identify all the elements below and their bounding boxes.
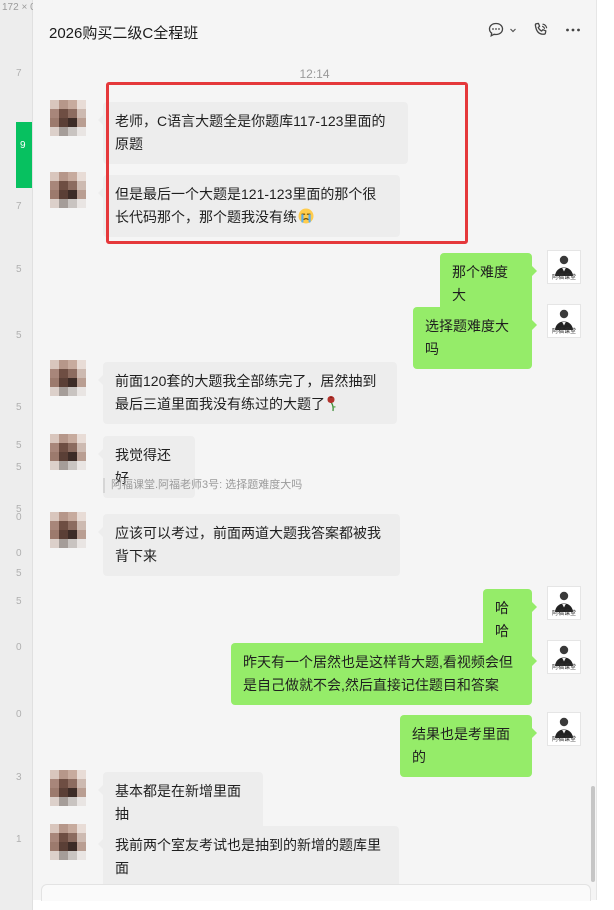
more-icon [566,28,580,32]
header-toolbar [487,21,582,39]
strip-digit: 3 [16,772,22,783]
message-bubble-incoming[interactable]: 应该可以考过，前面两道大题我答案都被我背下来 [98,514,400,576]
self-avatar[interactable]: 阿福课堂 [547,304,581,338]
contact-avatar[interactable] [50,100,86,136]
contact-avatar[interactable] [50,512,86,548]
avatar-logo-text: 阿福课堂 [551,329,576,335]
contact-avatar[interactable] [50,824,86,860]
app-sidebar-strip: 172 × 000 9 7 7 5 5 5 5 5 5 0 0 5 5 0 0 … [0,0,47,910]
contact-avatar[interactable] [50,360,86,396]
more-options-button[interactable] [564,21,582,39]
message-timestamp: 12:14 [299,67,330,81]
strip-digit: 5 [16,462,22,473]
strip-digit: 0 [16,709,22,720]
wilted-rose-icon [327,396,336,412]
strip-digit: 1 [16,834,22,845]
highlight-annotation [106,82,468,244]
message-bubble-incoming[interactable]: 基本都是在新增里面抽 [98,772,263,834]
message-bubble-outgoing[interactable]: 选择题难度大吗 [413,307,537,369]
chat-scrollbar[interactable] [591,786,595,882]
strip-digit: 0 [16,642,22,653]
chat-header: 2026购买二级C全程班 [33,0,596,58]
strip-digit: 5 [16,596,22,607]
chat-title: 2026购买二级C全程班 [49,25,199,42]
chat-bubble-dropdown[interactable] [487,21,518,39]
avatar-logo-text: 阿福课堂 [551,275,576,281]
strip-digit: 5 [16,568,22,579]
strip-digit: 0 [16,548,22,559]
voice-call-button[interactable] [532,21,550,39]
strip-digit: 5 [16,330,22,341]
self-avatar[interactable]: 阿福课堂 [547,250,581,284]
self-avatar[interactable]: 阿福课堂 [547,712,581,746]
strip-digit: 0 [16,512,22,523]
window-edge [597,0,614,910]
message-input-area[interactable] [41,884,591,901]
strip-digit: 7 [16,68,22,79]
avatar-logo-text: 阿福课堂 [551,611,576,617]
tab-digit: 9 [20,140,26,151]
strip-digit: 5 [16,264,22,275]
message-bubble-incoming[interactable]: 前面120套的大题我全部练完了，居然抽到最后三道里面我没有练过的大题了 [98,362,397,424]
contact-avatar[interactable] [50,434,86,470]
quoted-reply[interactable]: 阿福课堂.阿福老师3号: 选择题难度大吗 [103,478,302,493]
message-bubble-outgoing[interactable]: 结果也是考里面的 [400,715,537,777]
strip-digit: 7 [16,201,22,212]
message-bubble-outgoing[interactable]: 哈哈 [483,589,537,651]
message-bubble-incoming[interactable]: 我前两个室友考试也是抽到的新增的题库里面 [98,826,399,888]
chevron-down-icon [510,28,516,33]
avatar-logo-text: 阿福课堂 [551,737,576,743]
strip-digit: 5 [16,402,22,413]
message-bubble-outgoing[interactable]: 昨天有一个居然也是这样背大题,看视频会但是自己做就不会,然后直接记住题目和答案 [231,643,537,705]
message-bubble-outgoing[interactable]: 那个难度大 [440,253,537,315]
contact-avatar[interactable] [50,770,86,806]
chat-bubble-icon [488,22,504,38]
contact-avatar[interactable] [50,172,86,208]
avatar-logo-text: 阿福课堂 [551,665,576,671]
self-avatar[interactable]: 阿福课堂 [547,640,581,674]
strip-digit: 5 [16,440,22,451]
active-conversation-tab[interactable]: 9 [16,122,32,188]
phone-call-icon [534,22,548,35]
self-avatar[interactable]: 阿福课堂 [547,586,581,620]
chat-window: 2026购买二级C全程班 12:14 老师，C语言大题全是你题库117-123里… [33,0,597,901]
